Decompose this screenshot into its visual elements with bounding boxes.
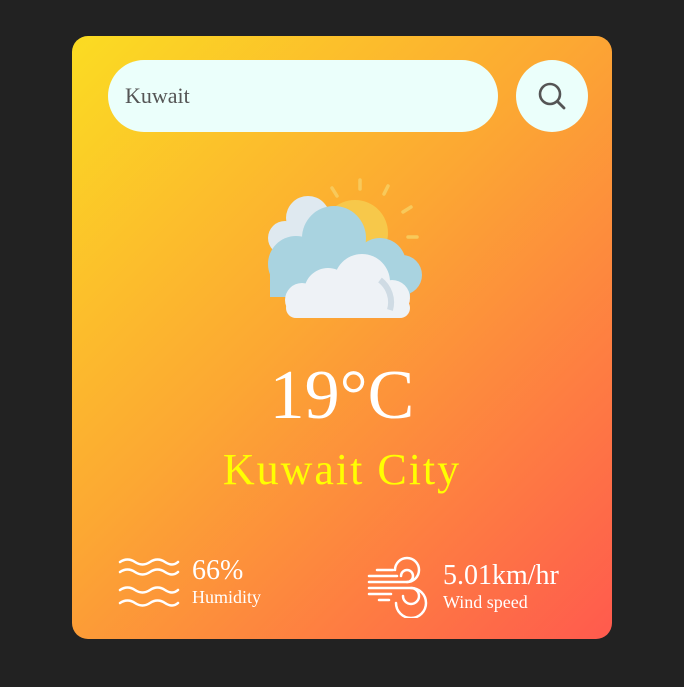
humidity-label: Humidity bbox=[192, 587, 262, 607]
city-name: Kuwait City bbox=[222, 445, 462, 494]
search-icon bbox=[538, 82, 566, 110]
wind-speed-label: Wind speed bbox=[443, 592, 528, 612]
search-button[interactable] bbox=[516, 60, 588, 132]
partly-cloudy-sun-icon bbox=[268, 178, 422, 318]
humidity-section: 66% Humidity bbox=[118, 556, 261, 608]
temperature: 19°C bbox=[269, 357, 415, 434]
search-input[interactable] bbox=[108, 60, 498, 132]
humidity-value: 66% bbox=[192, 555, 244, 586]
wind-icon bbox=[367, 556, 428, 618]
humidity-waves-icon bbox=[118, 558, 180, 607]
weather-card: 19°C Kuwait City 66% Humidity bbox=[72, 36, 612, 639]
wind-section: 5.01km/hr Wind speed bbox=[367, 556, 559, 618]
wind-speed-value: 5.01km/hr bbox=[443, 560, 559, 591]
